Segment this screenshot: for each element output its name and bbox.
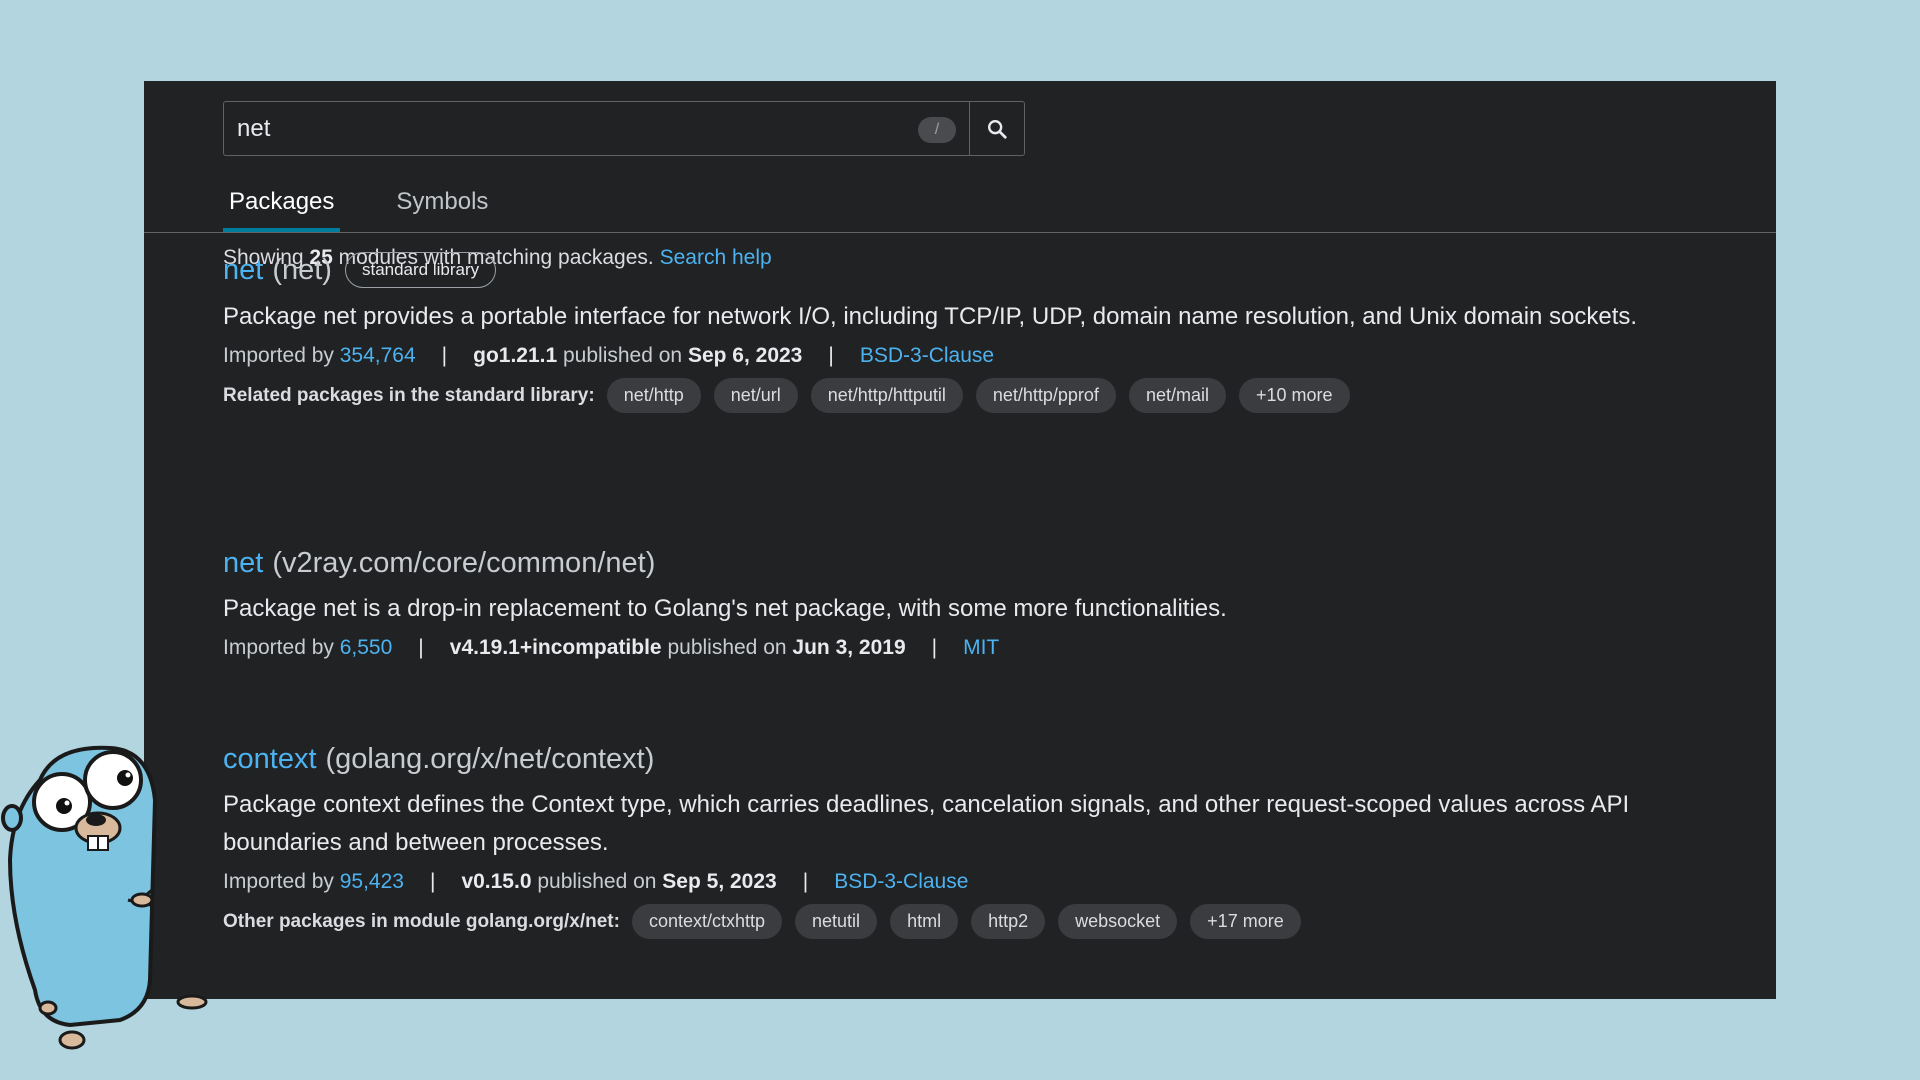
- published-date: Sep 6, 2023: [687, 344, 803, 367]
- module-package-chip[interactable]: websocket: [1058, 904, 1178, 939]
- module-packages-label: Other packages in module golang.org/x/ne…: [223, 910, 620, 932]
- keyboard-shortcut-hint: /: [918, 117, 956, 143]
- result-title: net (v2ray.com/core/common/net): [223, 547, 1713, 580]
- result-package-link[interactable]: context: [223, 743, 317, 776]
- published-label: published on: [531, 870, 663, 893]
- imported-by-count-link[interactable]: 354,764: [340, 344, 416, 367]
- result-module-path: (net): [272, 253, 332, 286]
- more-packages-chip[interactable]: +10 more: [1238, 378, 1350, 413]
- related-package-chip[interactable]: net/http/httputil: [810, 378, 963, 413]
- meta-separator: |: [429, 870, 436, 893]
- result-metadata: Imported by 95,423 | v0.15.0 published on …: [223, 870, 1713, 894]
- license-link[interactable]: BSD-3-Clause: [834, 870, 968, 893]
- imported-by-label: Imported by: [223, 344, 340, 367]
- result-module-path: (golang.org/x/net/context): [325, 743, 655, 775]
- result-description: Package context defines the Context type…: [223, 791, 1630, 856]
- search-result-context: context (golang.org/x/net/context) Packa…: [223, 743, 1713, 939]
- meta-separator: |: [828, 344, 834, 367]
- result-version: go1.21.1: [473, 344, 558, 367]
- meta-separator: |: [931, 636, 938, 659]
- module-package-chip[interactable]: http2: [971, 904, 1046, 939]
- module-packages: Other packages in module golang.org/x/ne…: [223, 904, 1713, 939]
- result-version: v0.15.0: [461, 870, 532, 893]
- imported-by-count-link[interactable]: 95,423: [340, 870, 404, 893]
- imported-by-label: Imported by: [223, 636, 340, 659]
- module-package-chip[interactable]: html: [890, 904, 959, 939]
- result-title: net (net) standard library: [223, 252, 1713, 288]
- result-module-path: (v2ray.com/core/common/net): [272, 547, 656, 579]
- related-packages: Related packages in the standard library…: [223, 378, 1713, 413]
- tab-packages[interactable]: Packages: [223, 181, 341, 233]
- related-package-chip[interactable]: net/http: [606, 378, 701, 413]
- related-package-chip[interactable]: net/url: [713, 378, 798, 413]
- related-packages-label: Related packages in the standard library…: [223, 384, 595, 406]
- result-package-link[interactable]: net: [223, 254, 263, 287]
- result-metadata: Imported by 6,550 | v4.19.1+incompatible p…: [223, 636, 1713, 660]
- imported-by-label: Imported by: [223, 870, 340, 893]
- search-icon: [988, 119, 1007, 139]
- published-label: published on: [557, 344, 688, 367]
- search-input[interactable]: net /: [223, 101, 969, 156]
- search-query[interactable]: net: [237, 115, 270, 143]
- result-description: Package net is a drop-in replacement to …: [223, 595, 1227, 622]
- more-packages-chip[interactable]: +17 more: [1190, 904, 1301, 939]
- search-button[interactable]: [969, 101, 1025, 156]
- published-date: Jun 3, 2019: [792, 636, 906, 659]
- license-link[interactable]: BSD-3-Clause: [860, 344, 994, 367]
- search-results-panel: net / Packages Symbols Showing 25 module…: [144, 81, 1776, 999]
- related-package-chip[interactable]: net/http/pprof: [975, 378, 1116, 413]
- result-package-link[interactable]: net: [223, 547, 263, 580]
- imported-by-count-link[interactable]: 6,550: [340, 636, 393, 659]
- result-metadata: Imported by 354,764 | go1.21.1 published o…: [223, 344, 1713, 368]
- published-date: Sep 5, 2023: [662, 870, 777, 893]
- meta-separator: |: [418, 636, 424, 659]
- meta-separator: |: [802, 870, 809, 893]
- gopher-mascot: [1, 745, 208, 1050]
- related-package-chip[interactable]: net/mail: [1128, 378, 1226, 413]
- tab-divider: [144, 232, 1776, 233]
- meta-separator: |: [441, 344, 448, 367]
- license-link[interactable]: MIT: [963, 636, 999, 659]
- search-result-net-v2ray: net (v2ray.com/core/common/net) Package …: [223, 547, 1713, 660]
- result-tabs: Packages Symbols: [223, 181, 544, 233]
- search-result-net-stdlib: net (net) standard library Package net p…: [223, 252, 1713, 413]
- result-version: v4.19.1+incompatible: [449, 636, 662, 659]
- published-label: published on: [661, 636, 793, 659]
- standard-library-badge: standard library: [344, 252, 497, 288]
- module-package-chip[interactable]: context/ctxhttp: [631, 904, 783, 939]
- result-title: context (golang.org/x/net/context): [223, 743, 1713, 776]
- search-bar: net /: [223, 101, 1025, 156]
- tab-symbols[interactable]: Symbols: [390, 181, 494, 233]
- module-package-chip[interactable]: netutil: [795, 904, 878, 939]
- result-description: Package net provides a portable interfac…: [223, 303, 1638, 330]
